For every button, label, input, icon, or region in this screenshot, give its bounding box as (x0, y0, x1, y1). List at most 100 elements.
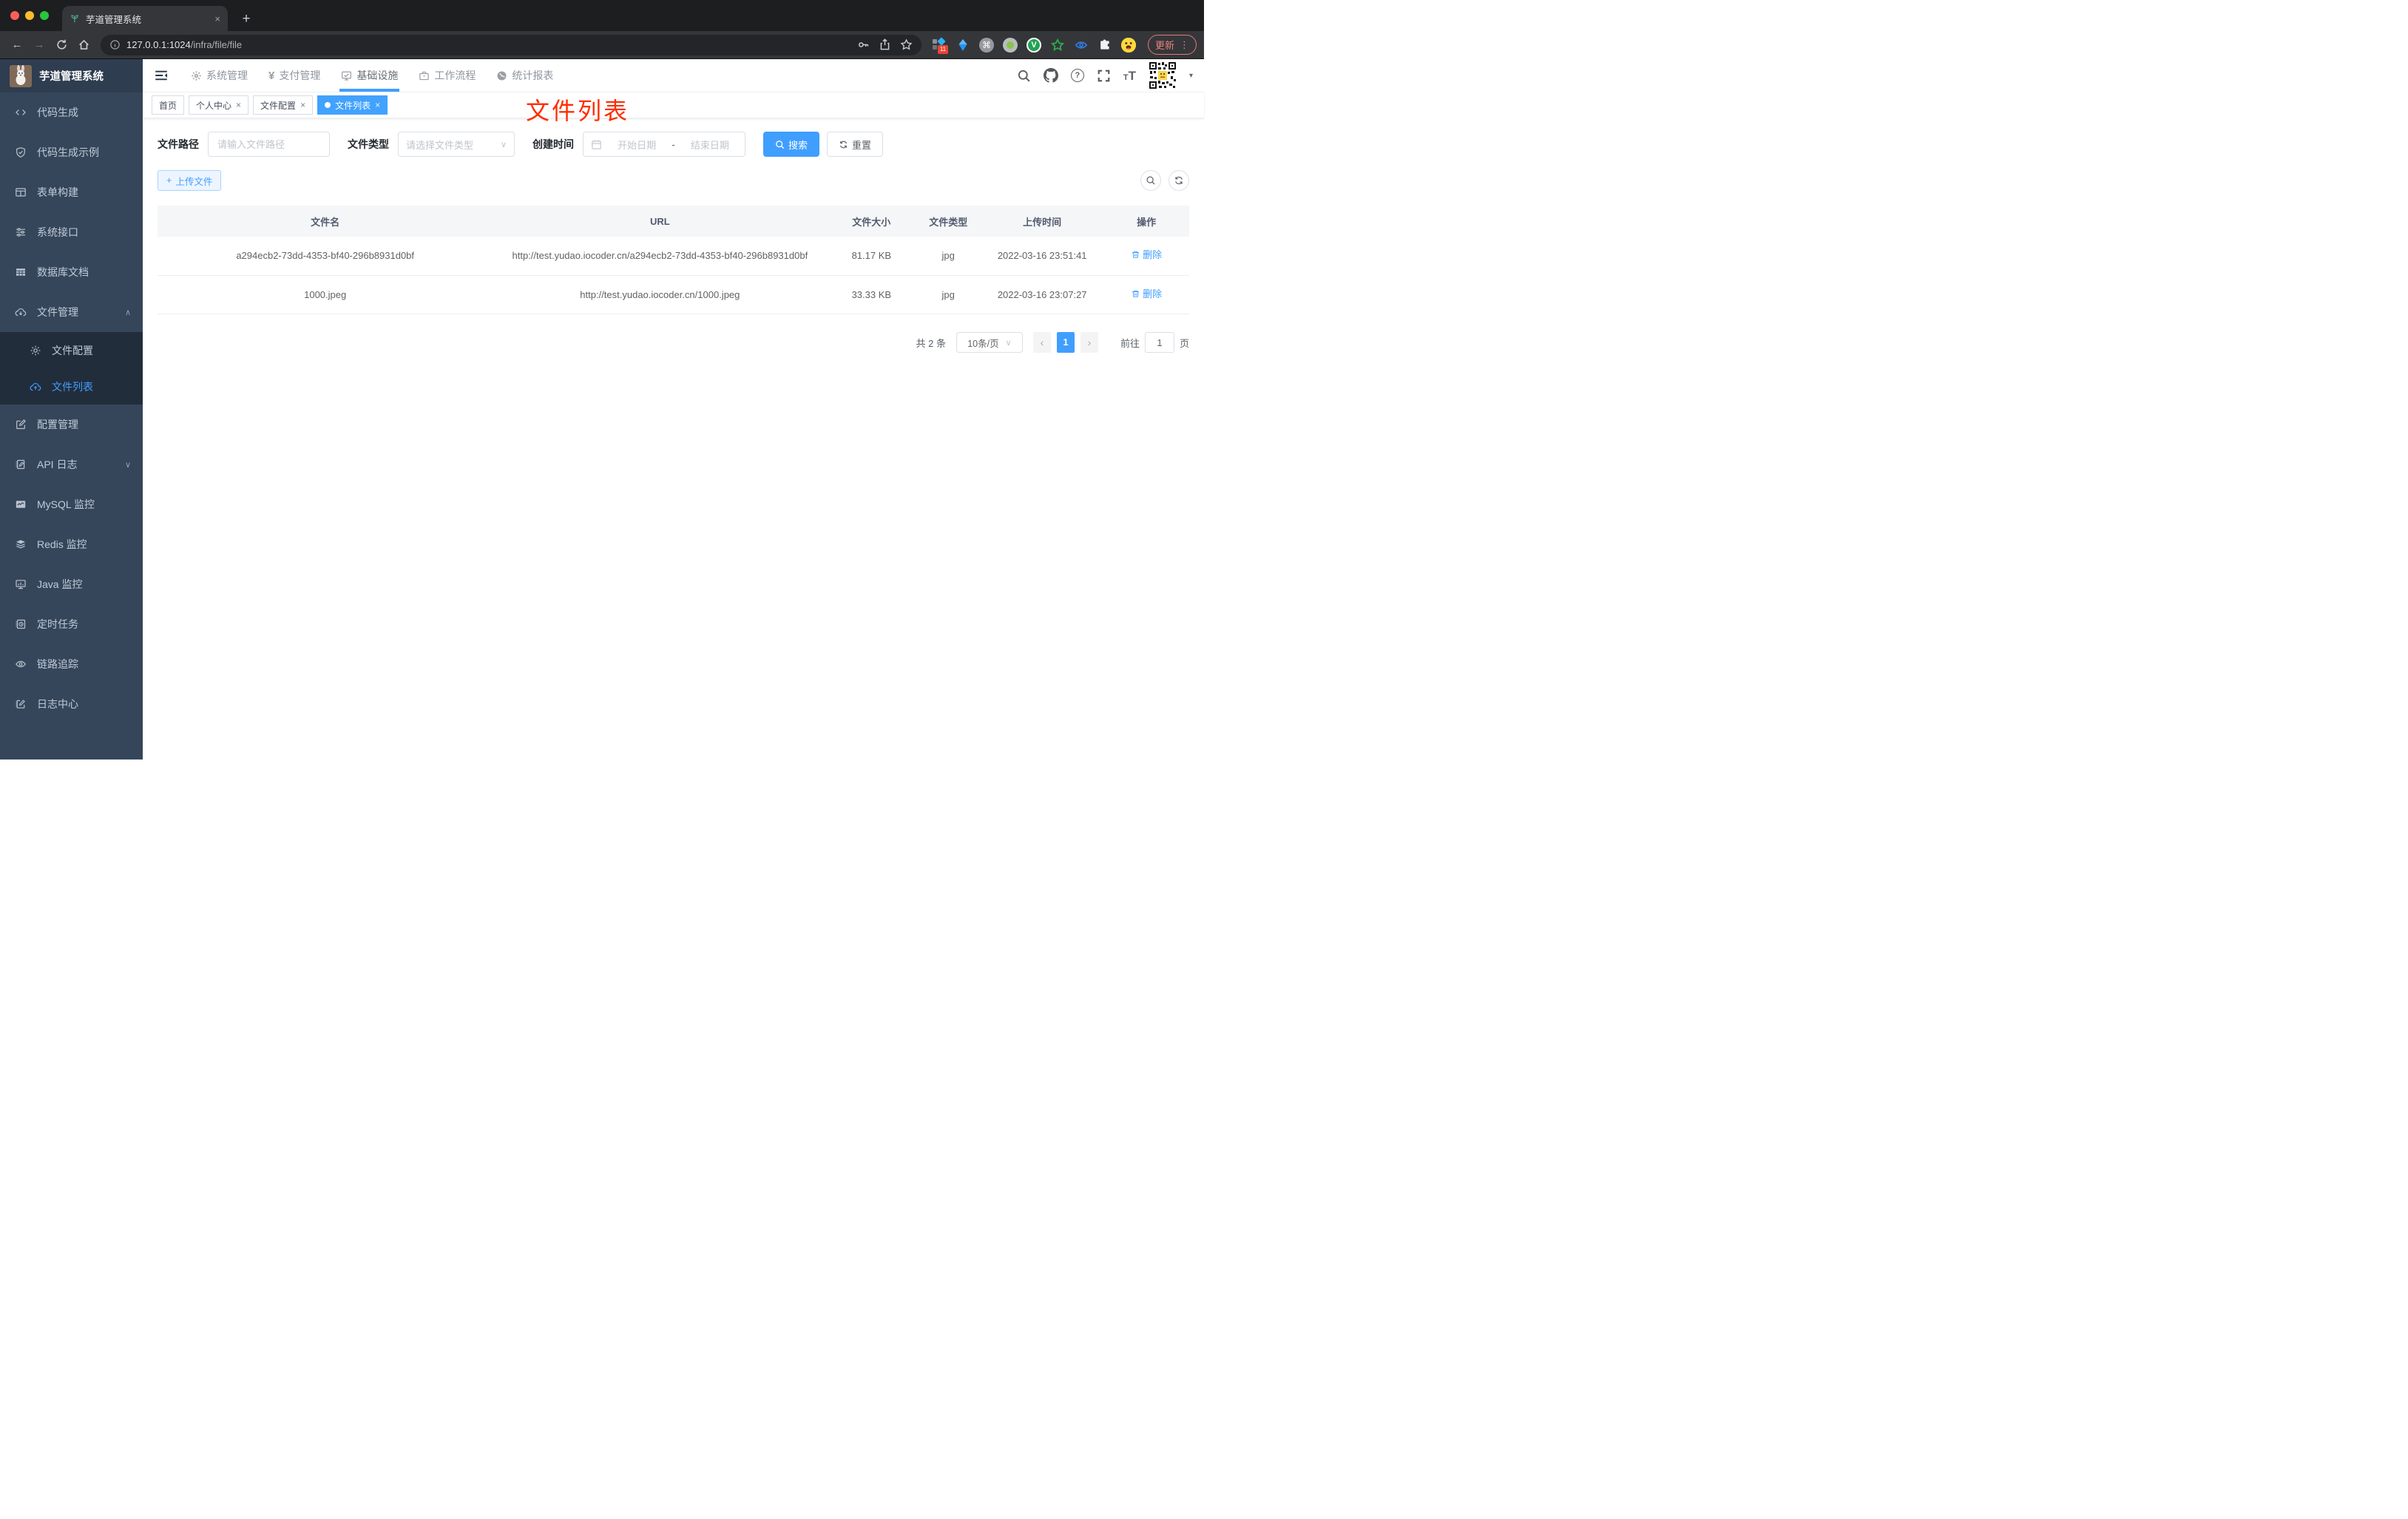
sidebar-item-trace[interactable]: 链路追踪 (0, 644, 143, 684)
file-type-select[interactable]: 请选择文件类型 ∨ (398, 132, 515, 157)
tag-file-list[interactable]: 文件列表 × (317, 95, 388, 115)
eye-extension-icon[interactable] (1074, 38, 1089, 53)
sidebar-item-file-list[interactable]: 文件列表 (0, 368, 143, 405)
avatar[interactable] (1148, 61, 1177, 89)
sidebar-item-file-management[interactable]: 文件管理 ∧ (0, 292, 143, 332)
tag-home[interactable]: 首页 (152, 95, 185, 115)
star-extension-icon[interactable] (1050, 38, 1065, 53)
back-button[interactable]: ← (7, 35, 27, 55)
nav-item-workflow[interactable]: 工作流程 (408, 59, 486, 92)
goto-page-input[interactable] (1144, 332, 1174, 353)
log-icon (16, 459, 25, 470)
sidebar-item-code-generation-example[interactable]: 代码生成示例 (0, 132, 143, 172)
board-check-icon (342, 71, 352, 81)
new-tab-button[interactable]: + (237, 11, 256, 27)
cloud-upload-icon (30, 382, 41, 390)
command-extension-icon[interactable]: ⌘ (978, 37, 994, 53)
password-key-icon[interactable] (857, 38, 870, 51)
nav-item-label: 支付管理 (279, 70, 321, 81)
site-info-icon[interactable] (109, 39, 121, 50)
sidebar-item-db-doc[interactable]: 数据库文档 (0, 252, 143, 292)
start-date-placeholder[interactable]: 开始日期 (609, 138, 664, 152)
recorder-extension-icon[interactable] (1002, 37, 1018, 53)
nav-item-statistics[interactable]: 统计报表 (486, 59, 564, 92)
browser-menu-kebab-icon[interactable]: ⋮ (1180, 39, 1189, 51)
tag-file-config[interactable]: 文件配置 × (253, 95, 314, 115)
prev-page-button[interactable]: ‹ (1032, 332, 1051, 353)
zoom-window-button[interactable] (40, 11, 49, 20)
column-header-filename: 文件名 (158, 206, 493, 237)
tab-close-icon[interactable]: × (214, 13, 220, 24)
reload-button[interactable] (52, 35, 71, 55)
reset-button[interactable]: 重置 (827, 132, 884, 157)
date-range-picker[interactable]: 开始日期 - 结束日期 (583, 132, 745, 157)
help-icon[interactable]: ? (1070, 69, 1084, 82)
sidebar-item-api-log[interactable]: API 日志 ∨ (0, 444, 143, 484)
sidebar-item-scheduled-tasks[interactable]: 定时任务 (0, 604, 143, 644)
refresh-table-button[interactable] (1169, 170, 1189, 191)
close-window-button[interactable] (10, 11, 19, 20)
sidebar-item-form-builder[interactable]: 表单构建 (0, 172, 143, 212)
page-number-1[interactable]: 1 (1056, 332, 1075, 353)
sidebar-item-mysql-monitor[interactable]: MySQL 监控 (0, 484, 143, 524)
window-controls[interactable] (10, 11, 49, 20)
github-icon[interactable] (1043, 68, 1058, 83)
search-icon[interactable] (1017, 69, 1031, 83)
delete-button[interactable]: 删除 (1131, 286, 1162, 302)
tab-manager-extension-icon[interactable]: 11 (932, 36, 948, 54)
upload-file-button[interactable]: + 上传文件 (158, 170, 222, 191)
tag-close-icon[interactable]: × (300, 100, 305, 110)
nav-item-infrastructure[interactable]: 基础设施 (331, 59, 408, 92)
v-extension-icon[interactable]: V (1026, 37, 1041, 53)
cell-filetype: jpg (916, 237, 981, 276)
sidebar-item-label: 代码生成 (37, 106, 78, 118)
sidebar-item-system-api[interactable]: 系统接口 (0, 212, 143, 252)
collapse-sidebar-button[interactable] (154, 68, 169, 83)
sidebar-item-log-center[interactable]: 日志中心 (0, 684, 143, 724)
extensions-puzzle-icon[interactable] (1098, 38, 1112, 53)
browser-tab[interactable]: 芋道管理系统 × (62, 6, 228, 31)
home-button[interactable] (74, 35, 93, 55)
tag-profile[interactable]: 个人中心 × (189, 95, 249, 115)
sidebar-item-redis-monitor[interactable]: Redis 监控 (0, 524, 143, 564)
nav-item-system-management[interactable]: 系统管理 (180, 59, 258, 92)
fullscreen-icon[interactable] (1097, 69, 1111, 83)
bookmark-star-icon[interactable] (900, 38, 913, 51)
minimize-window-button[interactable] (25, 11, 34, 20)
browser-update-button[interactable]: 更新 ⋮ (1147, 35, 1197, 55)
sidebar-item-code-generation[interactable]: 代码生成 (0, 92, 143, 132)
url-text: 127.0.0.1:1024/infra/file/file (126, 39, 242, 50)
tag-label: 文件配置 (260, 100, 297, 111)
nav-item-label: 统计报表 (512, 70, 554, 81)
search-button[interactable]: 搜索 (763, 132, 820, 157)
app-logo[interactable]: 芋道管理系统 (0, 59, 143, 92)
nav-item-payment-management[interactable]: ¥ 支付管理 (258, 59, 331, 92)
delete-button[interactable]: 删除 (1131, 247, 1162, 263)
sidebar-item-config-management[interactable]: 配置管理 (0, 405, 143, 444)
database-icon (16, 268, 25, 276)
tag-close-icon[interactable]: × (236, 100, 241, 110)
page-size-select[interactable]: 10条/页 ∨ (956, 332, 1023, 353)
next-page-button[interactable]: › (1080, 332, 1098, 353)
forward-button[interactable]: → (30, 35, 49, 55)
text-size-icon[interactable]: TT (1123, 70, 1136, 82)
sliders-icon (16, 228, 25, 237)
profile-avatar-icon[interactable] (1120, 37, 1136, 53)
app-header: 系统管理 ¥ 支付管理 基础设施 工作流程 统计报表 ? T T ▾ (143, 59, 1204, 92)
end-date-placeholder[interactable]: 结束日期 (683, 138, 737, 152)
tags-view-bar: 首页 个人中心 × 文件配置 × 文件列表 × (143, 92, 1204, 118)
column-header-uploadtime: 上传时间 (981, 206, 1104, 237)
sidebar-item-java-monitor[interactable]: Java 监控 (0, 564, 143, 604)
share-icon[interactable] (879, 38, 891, 51)
date-separator: - (672, 138, 675, 150)
create-time-label: 创建时间 (532, 138, 574, 150)
toggle-search-button[interactable] (1140, 170, 1161, 191)
url-bar[interactable]: 127.0.0.1:1024/infra/file/file (101, 34, 921, 55)
table-row: 1000.jpeg http://test.yudao.iocoder.cn/1… (158, 275, 1189, 315)
kite-extension-icon[interactable] (956, 38, 970, 53)
tag-close-icon[interactable]: × (375, 100, 380, 110)
avatar-caret-down-icon[interactable]: ▾ (1189, 72, 1193, 80)
sidebar-item-label: 代码生成示例 (37, 146, 99, 158)
sidebar-item-file-config[interactable]: 文件配置 (0, 332, 143, 368)
file-path-input[interactable] (208, 132, 330, 157)
